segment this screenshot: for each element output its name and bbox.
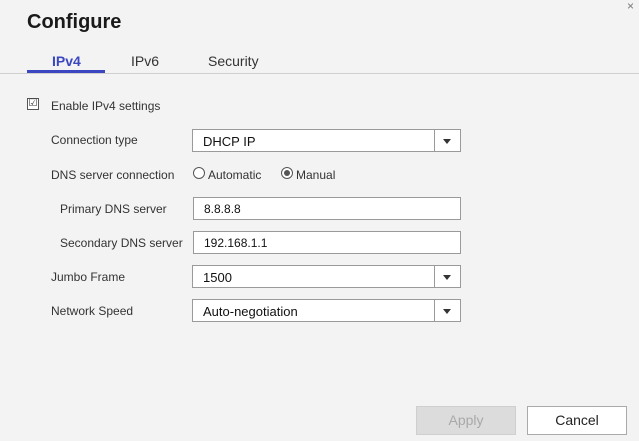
dns-connection-label: DNS server connection bbox=[51, 168, 175, 182]
tab-security[interactable]: Security bbox=[208, 53, 259, 69]
network-speed-label: Network Speed bbox=[51, 304, 134, 318]
enable-ipv4-label: Enable IPv4 settings bbox=[51, 99, 161, 113]
secondary-dns-input[interactable]: 192.168.1.1 bbox=[193, 231, 461, 254]
jumbo-frame-label: Jumbo Frame bbox=[51, 270, 126, 284]
chevron-down-icon bbox=[434, 266, 460, 287]
network-speed-select[interactable]: Auto-negotiation bbox=[192, 299, 461, 322]
close-icon[interactable]: × bbox=[627, 0, 634, 12]
active-tab-indicator bbox=[27, 70, 105, 73]
tab-ipv6[interactable]: IPv6 bbox=[131, 53, 159, 69]
network-speed-value: Auto-negotiation bbox=[203, 304, 298, 319]
jumbo-frame-select[interactable]: 1500 bbox=[192, 265, 461, 288]
configure-dialog: × Configure IPv4 IPv6 Security ☑ Enable … bbox=[0, 0, 639, 441]
connection-type-value: DHCP IP bbox=[203, 134, 256, 149]
cancel-button[interactable]: Cancel bbox=[527, 406, 627, 435]
apply-button[interactable]: Apply bbox=[416, 406, 516, 435]
dns-manual-radio[interactable] bbox=[281, 167, 293, 179]
connection-type-label: Connection type bbox=[51, 133, 138, 147]
secondary-dns-label: Secondary DNS server bbox=[60, 236, 183, 250]
connection-type-select[interactable]: DHCP IP bbox=[192, 129, 461, 152]
dialog-title: Configure bbox=[27, 11, 122, 33]
enable-ipv4-checkbox[interactable]: ☑ bbox=[27, 98, 39, 110]
dns-manual-label: Manual bbox=[296, 168, 336, 182]
tab-ipv4[interactable]: IPv4 bbox=[52, 53, 81, 69]
tab-bar: IPv4 IPv6 Security bbox=[0, 48, 639, 74]
chevron-down-icon bbox=[434, 130, 460, 151]
primary-dns-label: Primary DNS server bbox=[60, 202, 167, 216]
primary-dns-input[interactable]: 8.8.8.8 bbox=[193, 197, 461, 220]
dns-automatic-radio[interactable] bbox=[193, 167, 205, 179]
dns-automatic-label: Automatic bbox=[208, 168, 262, 182]
jumbo-frame-value: 1500 bbox=[203, 270, 232, 285]
chevron-down-icon bbox=[434, 300, 460, 321]
